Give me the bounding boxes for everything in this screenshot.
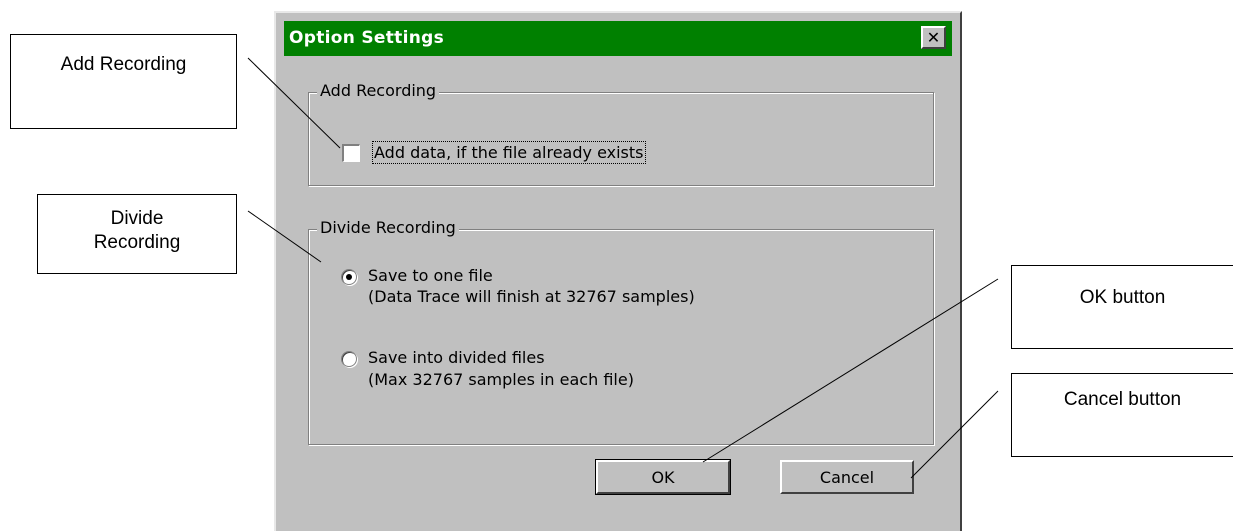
- callout-ok-button-text: OK button: [1079, 287, 1166, 308]
- cancel-button-label: Cancel: [819, 467, 875, 487]
- add-recording-group-label: Add Recording: [317, 81, 440, 100]
- callout-cancel-button-text: Cancel button: [1063, 389, 1182, 410]
- dialog-title: Option Settings: [289, 28, 445, 48]
- ok-button[interactable]: OK: [595, 459, 731, 495]
- close-button[interactable]: ✕: [921, 26, 946, 49]
- close-icon: ✕: [926, 27, 941, 47]
- cancel-button[interactable]: Cancel: [780, 460, 914, 494]
- save-into-divided-files-label[interactable]: Save into divided files: [368, 348, 545, 367]
- annotated-dialog-figure: Option Settings ✕ Add Recording Add data…: [0, 0, 1233, 531]
- add-recording-group: Add Recording Add data, if the file alre…: [308, 81, 934, 186]
- callout-divide-recording-line2: Recording: [93, 231, 181, 253]
- save-to-one-file-radio[interactable]: [341, 269, 357, 285]
- ok-button-label: OK: [651, 467, 675, 487]
- callout-add-recording: Add Recording: [10, 34, 237, 129]
- callout-ok-button: OK button: [1011, 265, 1233, 349]
- callout-divide-recording: Divide Recording: [37, 194, 237, 274]
- save-into-divided-files-note: (Max 32767 samples in each file): [368, 370, 634, 389]
- save-to-one-file-label[interactable]: Save to one file: [368, 266, 493, 285]
- option-settings-dialog: Option Settings ✕ Add Recording Add data…: [274, 11, 962, 531]
- callout-divide-recording-line1: Divide: [110, 208, 164, 229]
- radio-selected-dot: [346, 274, 352, 280]
- callout-add-recording-text: Add Recording: [60, 54, 187, 75]
- callout-cancel-button: Cancel button: [1011, 373, 1233, 457]
- divide-recording-group: Divide Recording Save to one file (Data …: [308, 218, 934, 445]
- title-bar[interactable]: Option Settings ✕: [284, 21, 952, 56]
- divide-recording-group-label: Divide Recording: [317, 218, 459, 237]
- save-into-divided-files-radio[interactable]: [341, 351, 357, 367]
- save-to-one-file-note: (Data Trace will finish at 32767 samples…: [368, 287, 695, 306]
- add-data-checkbox[interactable]: [342, 144, 360, 162]
- add-data-checkbox-label[interactable]: Add data, if the file already exists: [372, 141, 646, 164]
